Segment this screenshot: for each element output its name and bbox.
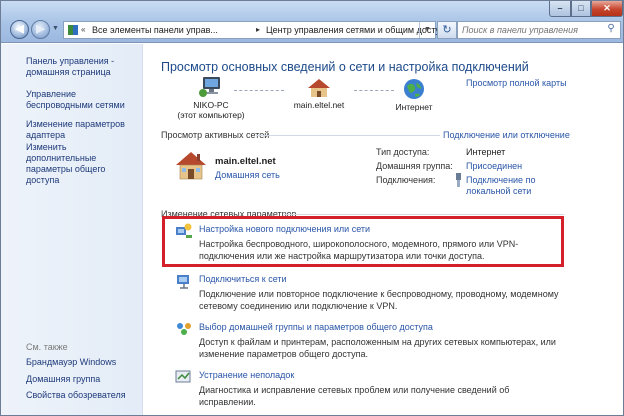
task-title[interactable]: Настройка нового подключения или сети: [199, 223, 559, 235]
forward-arrow-icon[interactable]: ▶: [31, 20, 50, 39]
homegroup-sharing-icon: [177, 323, 191, 335]
task-new-connection[interactable]: Настройка нового подключения или сети На…: [199, 223, 559, 262]
close-button[interactable]: ✕: [591, 1, 623, 17]
house-icon: [308, 79, 330, 97]
breadcrumb-item[interactable]: Все элементы панели управ...: [92, 25, 218, 35]
see-also-firewall[interactable]: Брандмауэр Windows: [26, 357, 138, 368]
see-also-heading: См. также: [26, 342, 68, 352]
section-divider: [284, 214, 564, 215]
refresh-button[interactable]: ↻: [437, 21, 457, 39]
task-title[interactable]: Подключиться к сети: [199, 273, 559, 285]
access-type-value: Интернет: [466, 147, 506, 157]
computer-icon: [199, 77, 220, 97]
active-networks-heading: Просмотр активных сетей: [161, 130, 270, 140]
page-title: Просмотр основных сведений о сети и наст…: [161, 60, 529, 74]
search-icon[interactable]: ⚲: [604, 23, 618, 37]
troubleshoot-icon: [175, 370, 191, 383]
sidebar-link-sharing[interactable]: Изменить дополнительные параметры общего…: [26, 142, 138, 186]
globe-icon: [404, 79, 424, 99]
address-bar[interactable]: « Все элементы панели управ... ▸ Центр у…: [63, 21, 456, 39]
section-divider: [256, 135, 440, 136]
sidebar-link-adapter[interactable]: Изменение параметров адаптера: [26, 119, 138, 141]
search-input[interactable]: [462, 24, 600, 36]
minimize-button[interactable]: –: [549, 1, 571, 17]
computer-sub: (этот компьютер): [177, 110, 245, 120]
home-network-icon: [176, 152, 206, 180]
homegroup-link[interactable]: Присоединен: [466, 161, 522, 171]
see-also-homegroup[interactable]: Домашняя группа: [26, 374, 138, 385]
see-also-internet-options[interactable]: Свойства обозревателя: [26, 390, 138, 401]
task-troubleshoot[interactable]: Устранение неполадок Диагностика и испра…: [199, 369, 559, 408]
connect-disconnect-link[interactable]: Подключение или отключение: [443, 130, 570, 140]
task-description: Настройка беспроводного, широкополосного…: [199, 239, 519, 261]
sidebar-link-wireless[interactable]: Управление беспроводными сетями: [26, 89, 138, 111]
task-title[interactable]: Выбор домашней группы и параметров общег…: [199, 321, 559, 333]
full-map-link[interactable]: Просмотр полной карты: [466, 78, 567, 88]
task-homegroup[interactable]: Выбор домашней группы и параметров общег…: [199, 321, 559, 360]
network-type-link[interactable]: Домашняя сеть: [215, 170, 280, 180]
task-description: Диагностика и исправление сетевых пробле…: [199, 385, 510, 407]
breadcrumb-overflow-icon[interactable]: «: [81, 25, 85, 34]
left-pane: Панель управления - домашняя страница Уп…: [1, 44, 143, 415]
task-description: Доступ к файлам и принтерам, расположенн…: [199, 337, 556, 359]
sidebar-link-cp-home[interactable]: Панель управления - домашняя страница: [26, 56, 138, 78]
new-connection-icon: [176, 223, 192, 238]
homegroup-label: Домашняя группа:: [376, 161, 453, 171]
lan-adapter-icon: [456, 173, 461, 187]
task-connect[interactable]: Подключиться к сети Подключение или повт…: [199, 273, 559, 312]
connect-network-icon: [177, 275, 189, 289]
task-title[interactable]: Устранение неполадок: [199, 369, 559, 381]
main-content: Просмотр основных сведений о сети и наст…: [144, 44, 623, 415]
active-network-name: main.eltel.net: [215, 156, 276, 167]
recent-pages-chevron-icon[interactable]: ▼: [52, 25, 59, 32]
network-node: main.eltel.net: [284, 78, 354, 110]
search-box[interactable]: ⚲: [457, 21, 621, 39]
connections-label: Подключения:: [376, 175, 436, 185]
internet-node: Интернет: [384, 78, 444, 112]
address-toolbar: – □ ✕ ◀ ▶ ▼ « Все элементы панели управ.…: [1, 1, 623, 43]
control-panel-window: – □ ✕ ◀ ▶ ▼ « Все элементы панели управ.…: [0, 0, 624, 416]
access-type-label: Тип доступа:: [376, 147, 430, 157]
connection-line: [234, 90, 284, 92]
task-description: Подключение или повторное подключение к …: [199, 289, 559, 311]
this-computer-node: NIKO-PC (этот компьютер): [176, 76, 246, 120]
internet-label: Интернет: [395, 102, 433, 112]
computer-name: NIKO-PC: [193, 100, 229, 110]
back-arrow-icon[interactable]: ◀: [10, 20, 29, 39]
lan-connection-link[interactable]: Подключение по локальной сети: [466, 175, 546, 197]
address-dropdown-icon[interactable]: ▼: [419, 22, 435, 38]
network-name-label: main.eltel.net: [293, 100, 345, 110]
control-panel-icon: [68, 25, 78, 35]
breadcrumb-separator-icon[interactable]: ▸: [256, 25, 260, 34]
maximize-button[interactable]: □: [571, 1, 591, 17]
